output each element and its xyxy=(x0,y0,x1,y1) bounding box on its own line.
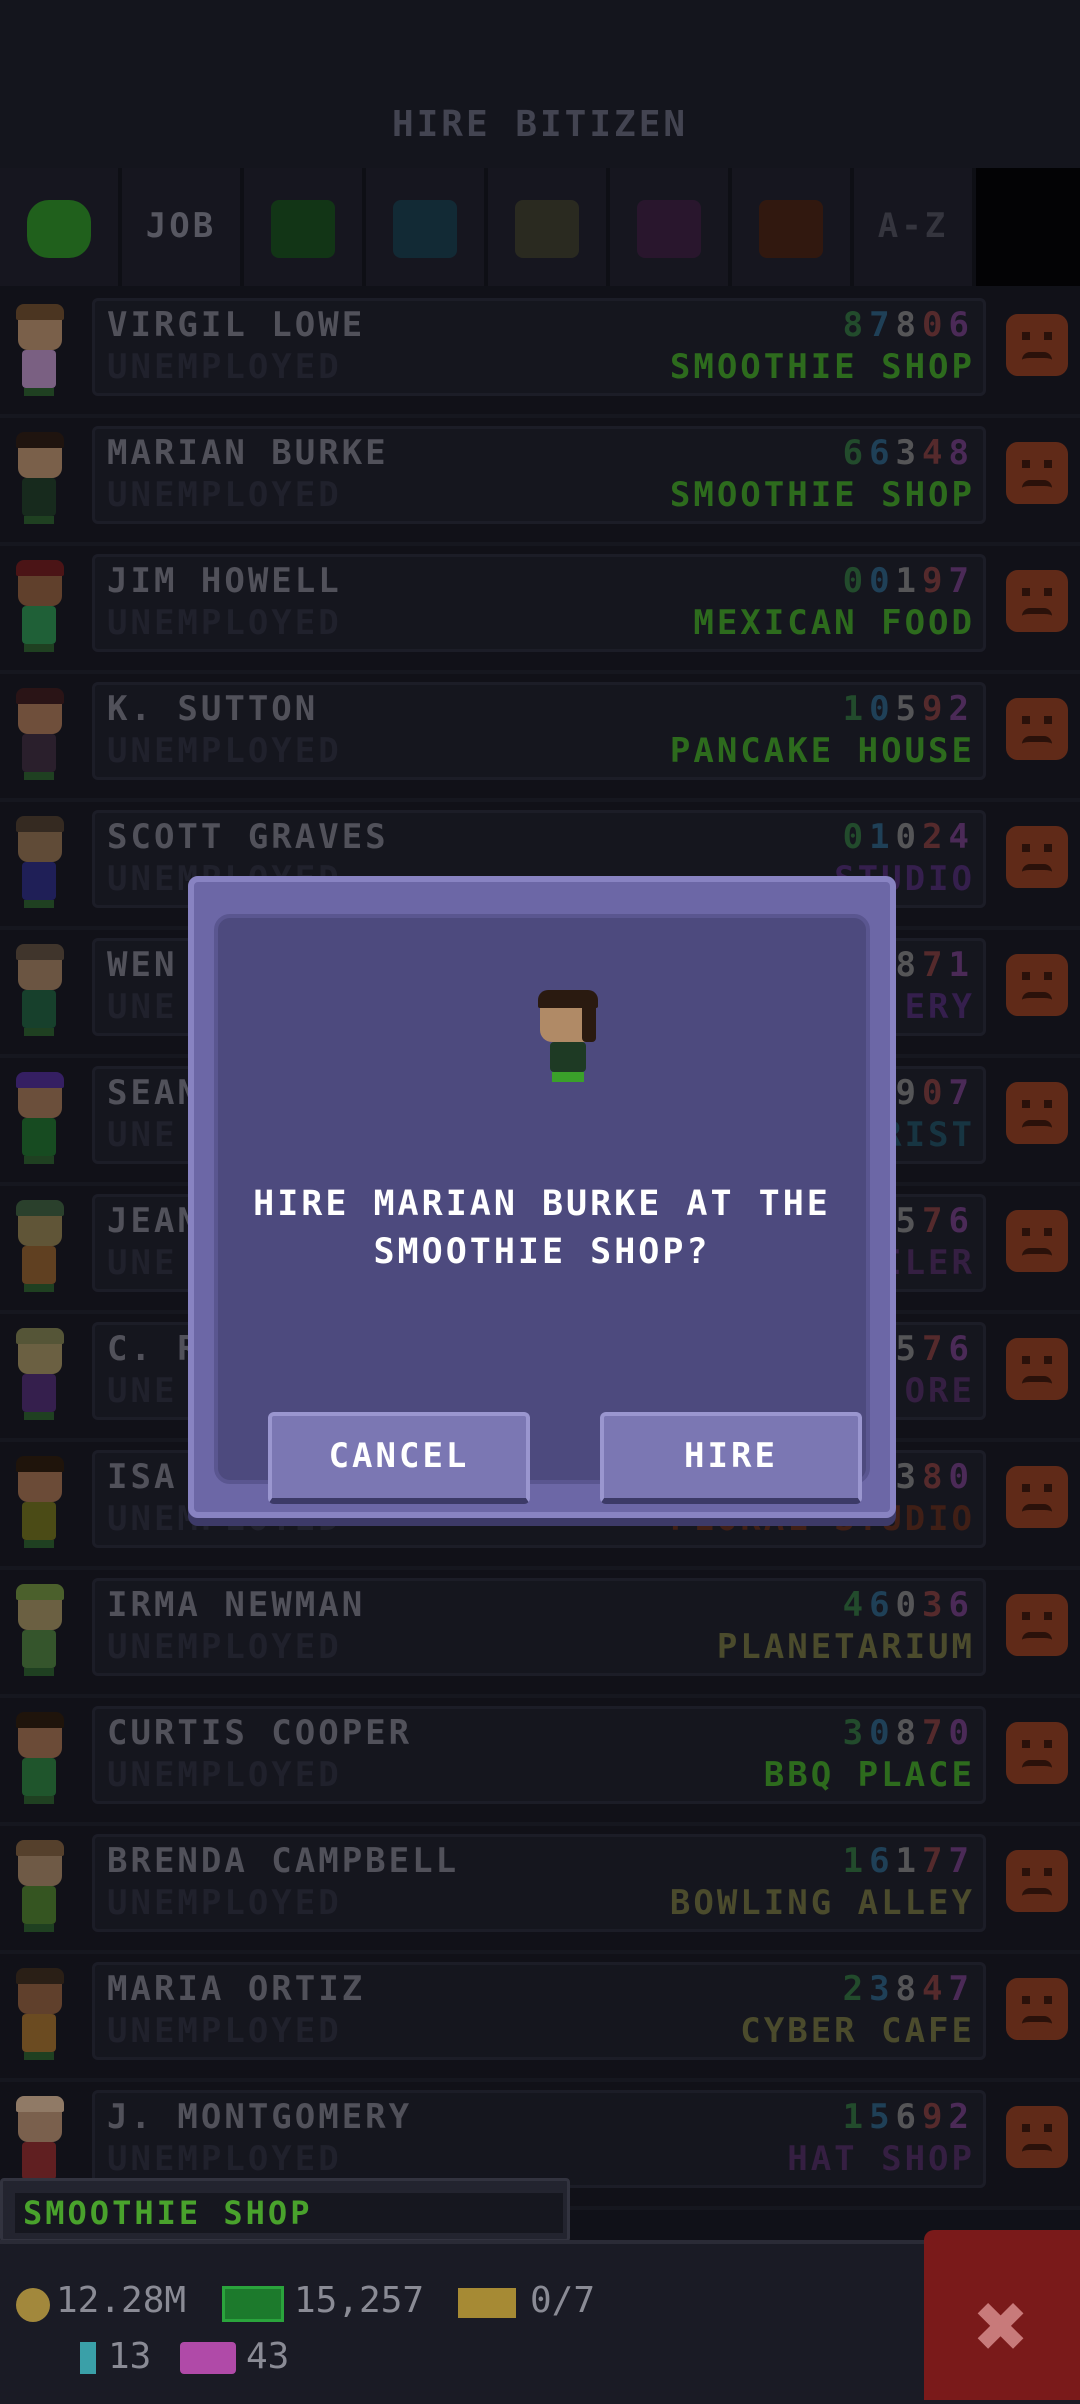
hire-button[interactable]: HIRE xyxy=(600,1412,862,1504)
bottom-bar: 12.28M 15,257 0/7 13 43 xyxy=(0,2240,1080,2404)
tv-icon xyxy=(180,2342,236,2374)
bitizen-avatar xyxy=(534,990,598,1086)
bux-value: 15,257 xyxy=(294,2280,425,2321)
hire-dialog: HIRE MARIAN BURKE AT THE SMOOTHIE SHOP? … xyxy=(188,876,896,1518)
ticket-icon xyxy=(458,2288,516,2318)
tickets-value: 0/7 xyxy=(530,2280,596,2321)
coin-icon xyxy=(16,2288,50,2322)
gems-value: 13 xyxy=(108,2336,152,2377)
gem-icon xyxy=(80,2342,96,2374)
dialog-panel: HIRE MARIAN BURKE AT THE SMOOTHIE SHOP? … xyxy=(214,914,870,1504)
selected-business-label: SMOOTHIE SHOP xyxy=(15,2193,563,2233)
close-button[interactable]: ✖ xyxy=(924,2230,1080,2400)
tv-value: 43 xyxy=(246,2336,290,2377)
coins-value: 12.28M xyxy=(56,2280,187,2321)
cancel-button[interactable]: CANCEL xyxy=(268,1412,530,1504)
selected-business-tag[interactable]: SMOOTHIE SHOP xyxy=(0,2178,570,2242)
bux-icon xyxy=(222,2286,284,2322)
close-icon: ✖ xyxy=(974,2274,1030,2379)
dialog-message: HIRE MARIAN BURKE AT THE SMOOTHIE SHOP? xyxy=(253,1184,831,1272)
